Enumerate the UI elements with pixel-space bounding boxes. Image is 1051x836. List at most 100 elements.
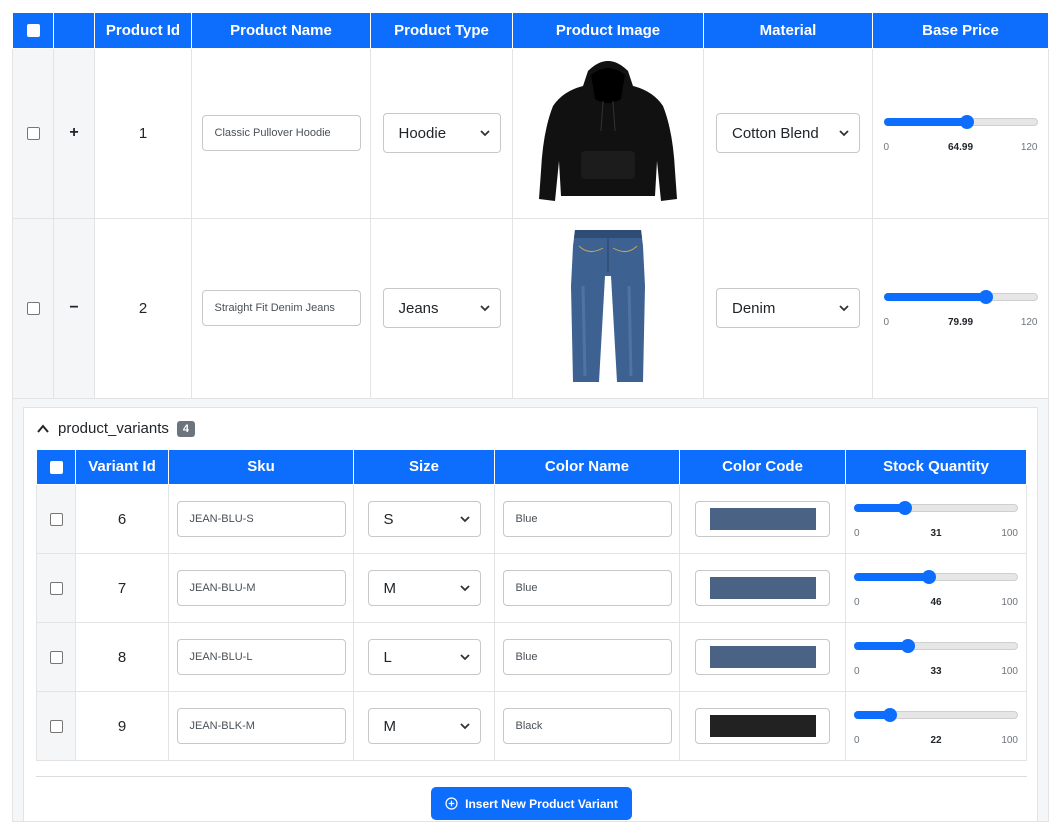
color-name-input[interactable]: Blue (502, 570, 672, 606)
size-select[interactable]: L (367, 639, 481, 675)
expander-cell: + (53, 47, 95, 219)
row-checkbox[interactable] (49, 513, 63, 527)
row-checkbox[interactable] (49, 720, 63, 734)
select-all-checkbox[interactable] (49, 460, 63, 474)
header-product-name[interactable]: Product Name (191, 13, 371, 49)
row-checkbox[interactable] (26, 302, 40, 316)
slider-thumb[interactable] (897, 501, 912, 515)
stock-slider[interactable]: 0 33 100 (854, 635, 1018, 679)
expander-header (53, 13, 95, 49)
color-swatch (709, 508, 816, 530)
row-checkbox[interactable] (49, 582, 63, 596)
table-row: + 1 Classic Pullover Hoodie Hoodie Cotto… (12, 47, 1049, 219)
expand-row-button[interactable]: + (67, 124, 81, 142)
product-id-cell: 1 (94, 47, 192, 219)
product-type-select[interactable]: Jeans (382, 288, 501, 328)
base-price-slider[interactable]: 0 64.99 120 (883, 111, 1038, 155)
slider-value: 79.99 (947, 317, 974, 328)
slider-thumb[interactable] (959, 115, 974, 129)
sku-input[interactable]: JEAN-BLU-S (176, 501, 346, 537)
header-color-name[interactable]: Color Name (494, 449, 680, 485)
collapse-row-button[interactable]: − (67, 299, 81, 317)
slider-max: 120 (1020, 317, 1038, 328)
stock-slider[interactable]: 0 22 100 (854, 704, 1018, 748)
material-cell: Cotton Blend (703, 47, 873, 219)
stock-cell: 0 22 100 (845, 691, 1027, 761)
chevron-down-icon (459, 585, 470, 592)
product-name-cell: Straight Fit Denim Jeans (191, 217, 371, 399)
variants-header[interactable]: product_variants 4 (36, 408, 1027, 450)
color-name-cell: Black (494, 691, 680, 761)
detail-cell: product_variants 4 Variant Id Sku Size C… (12, 397, 1049, 822)
select-all-checkbox[interactable] (26, 24, 40, 38)
color-name-input[interactable]: Black (502, 708, 672, 744)
sku-input[interactable]: JEAN-BLU-M (176, 570, 346, 606)
chevron-up-icon[interactable] (36, 422, 50, 436)
hoodie-image (539, 61, 677, 201)
expander-cell: − (53, 217, 95, 399)
material-select[interactable]: Cotton Blend (716, 113, 860, 153)
color-name-input[interactable]: Blue (502, 639, 672, 675)
header-size[interactable]: Size (353, 449, 495, 485)
size-select[interactable]: M (367, 708, 481, 744)
product-type-cell: Hoodie (370, 47, 513, 219)
sku-input[interactable]: JEAN-BLK-M (176, 708, 346, 744)
slider-max: 100 (1001, 528, 1018, 539)
size-select[interactable]: S (367, 501, 481, 537)
variants-header-row: Variant Id Sku Size Color Name Color Cod… (36, 449, 1027, 485)
size-cell: M (353, 691, 495, 761)
header-product-image[interactable]: Product Image (512, 13, 704, 49)
product-name-input[interactable]: Straight Fit Denim Jeans (201, 290, 361, 326)
product-image-cell (512, 47, 704, 219)
header-color-code[interactable]: Color Code (679, 449, 846, 485)
color-code-cell (679, 622, 846, 692)
row-checkbox[interactable] (49, 651, 63, 665)
color-code-cell (679, 553, 846, 623)
slider-min: 0 (854, 735, 860, 746)
size-value: S (383, 510, 394, 528)
header-product-id[interactable]: Product Id (94, 13, 192, 49)
header-product-type[interactable]: Product Type (370, 13, 513, 49)
slider-thumb[interactable] (922, 570, 937, 584)
header-material[interactable]: Material (703, 13, 873, 49)
row-checkbox[interactable] (26, 127, 40, 141)
color-picker[interactable] (695, 639, 830, 675)
chevron-down-icon (459, 516, 470, 523)
header-sku[interactable]: Sku (168, 449, 354, 485)
product-type-select[interactable]: Hoodie (382, 113, 501, 153)
variants-count-badge: 4 (176, 420, 196, 437)
size-cell: S (353, 484, 495, 554)
insert-variant-button[interactable]: Insert New Product Variant (431, 787, 632, 820)
slider-min: 0 (854, 528, 860, 539)
slider-thumb[interactable] (901, 639, 916, 653)
color-picker[interactable] (695, 708, 830, 744)
header-stock-quantity[interactable]: Stock Quantity (845, 449, 1027, 485)
header-base-price[interactable]: Base Price (872, 13, 1049, 49)
header-variant-id[interactable]: Variant Id (75, 449, 169, 485)
variant-id-cell: 6 (75, 484, 169, 554)
slider-min: 0 (883, 317, 890, 328)
slider-thumb[interactable] (979, 290, 994, 304)
color-picker[interactable] (695, 501, 830, 537)
slider-thumb[interactable] (883, 708, 898, 722)
sku-cell: JEAN-BLK-M (168, 691, 354, 761)
material-select[interactable]: Denim (716, 288, 860, 328)
data-grid: Product Id Product Name Product Type Pro… (12, 13, 1049, 822)
chevron-down-icon (479, 130, 490, 137)
product-name-input[interactable]: Classic Pullover Hoodie (201, 115, 361, 151)
size-cell: M (353, 553, 495, 623)
stock-slider[interactable]: 0 46 100 (854, 566, 1018, 610)
stock-slider[interactable]: 0 31 100 (854, 497, 1018, 541)
slider-max: 100 (1001, 666, 1018, 677)
size-select[interactable]: M (367, 570, 481, 606)
color-name-cell: Blue (494, 622, 680, 692)
chevron-down-icon (479, 305, 490, 312)
variant-id-cell: 7 (75, 553, 169, 623)
base-price-slider[interactable]: 0 79.99 120 (883, 286, 1038, 330)
slider-min: 0 (854, 597, 860, 608)
sku-input[interactable]: JEAN-BLU-L (176, 639, 346, 675)
product-variants-panel: product_variants 4 Variant Id Sku Size C… (23, 406, 1038, 821)
color-picker[interactable] (695, 570, 830, 606)
stock-cell: 0 33 100 (845, 622, 1027, 692)
color-name-input[interactable]: Blue (502, 501, 672, 537)
